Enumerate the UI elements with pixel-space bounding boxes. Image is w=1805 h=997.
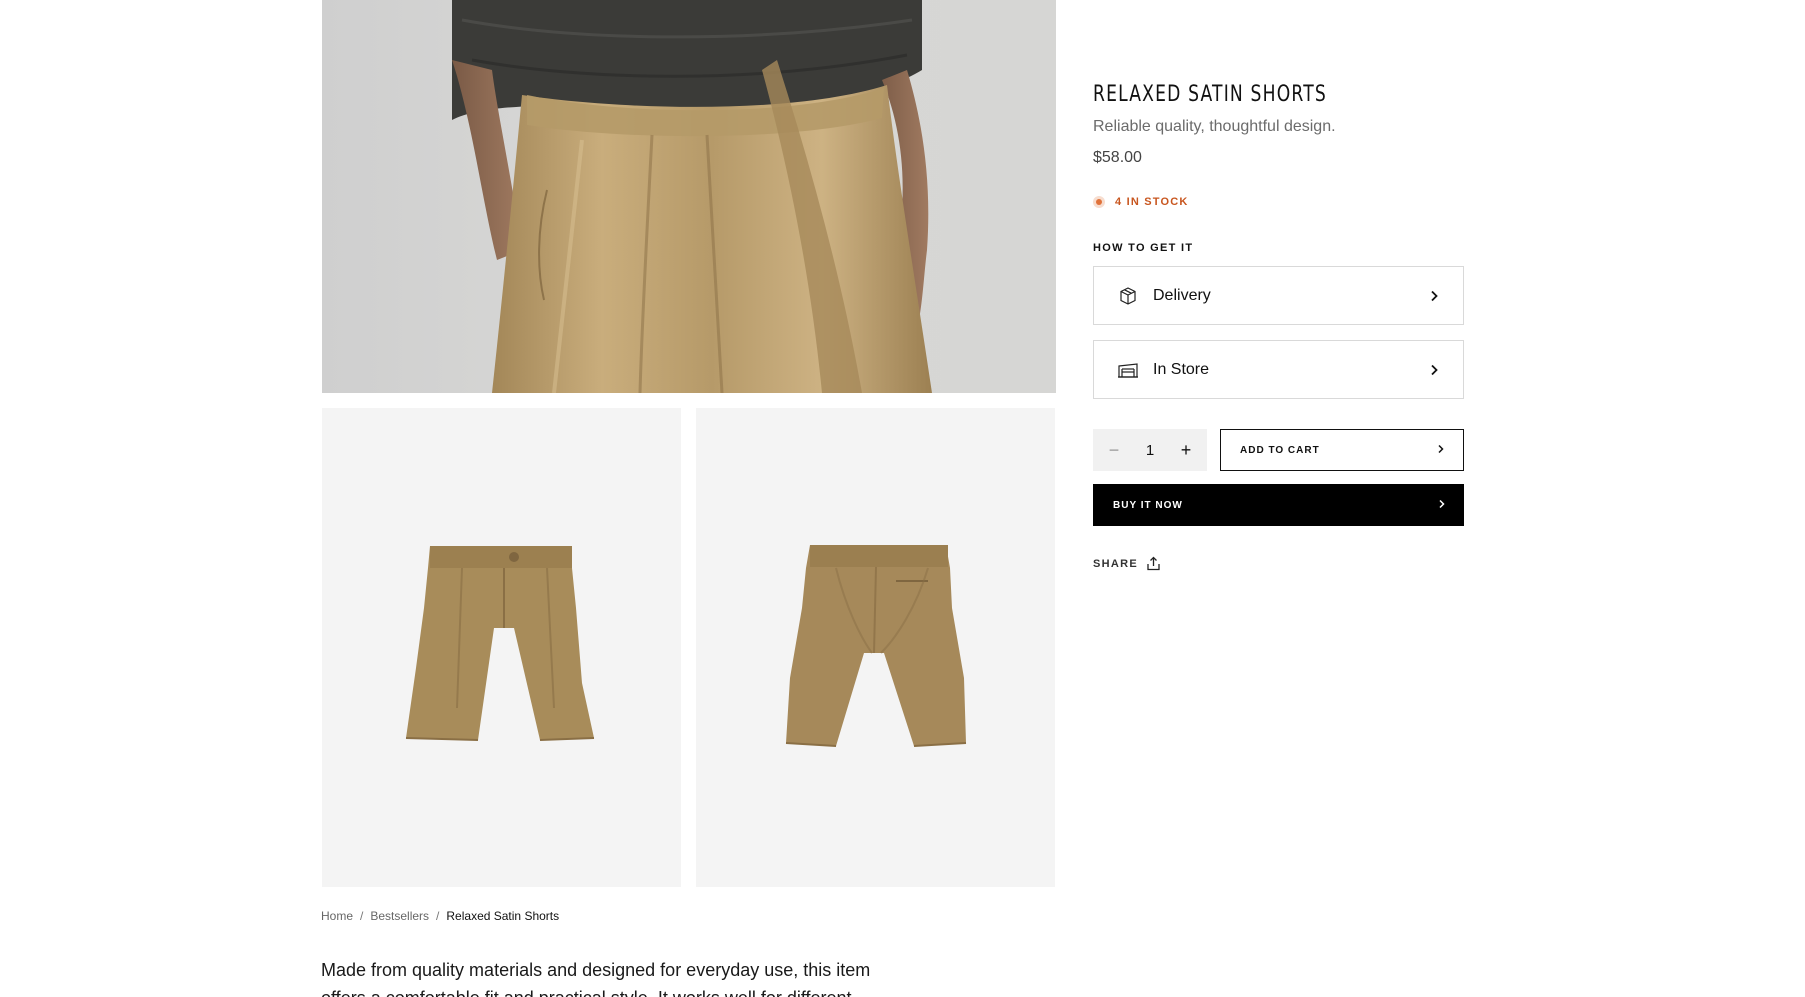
stock-text: 4 IN STOCK [1115,196,1189,208]
delivery-option[interactable]: Delivery [1093,266,1464,325]
in-store-option-label: In Store [1153,360,1210,378]
breadcrumb-link-bestsellers[interactable]: Bestsellers [370,909,429,923]
breadcrumb-separator: / [436,909,440,923]
breadcrumb-separator: / [360,909,364,923]
purchase-row: − 1 + ADD TO CART [1093,429,1464,471]
in-store-option[interactable]: In Store [1093,340,1464,399]
product-price: $58.00 [1093,149,1142,166]
quantity-stepper: − 1 + [1093,429,1207,471]
product-title: RELAXED SATIN SHORTS [1093,82,1327,107]
delivery-option-label: Delivery [1153,286,1211,304]
share-upload-icon [1146,556,1161,571]
breadcrumb: Home / Bestsellers / Relaxed Satin Short… [321,909,559,923]
quantity-increase-button[interactable]: + [1177,440,1195,460]
chevron-right-icon [1438,499,1446,512]
product-thumbnail-back[interactable] [696,408,1055,887]
chevron-right-icon [1437,444,1445,457]
stock-indicator-icon [1093,196,1105,208]
product-page: Home / Bestsellers / Relaxed Satin Short… [0,0,1805,997]
quantity-decrease-button[interactable]: − [1105,440,1123,460]
breadcrumb-current: Relaxed Satin Shorts [446,909,560,923]
package-box-icon [1117,285,1139,307]
share-button[interactable]: SHARE [1093,556,1161,571]
product-description: Made from quality materials and designed… [321,960,871,997]
add-to-cart-label: ADD TO CART [1240,444,1320,456]
store-icon [1117,359,1139,381]
product-hero-image[interactable] [322,0,1056,393]
product-thumbnail-front[interactable] [322,408,681,887]
buy-now-button[interactable]: BUY IT NOW [1093,484,1464,526]
stock-status: 4 IN STOCK [1093,196,1464,208]
product-subtitle: Reliable quality, thoughtful design. [1093,118,1336,135]
breadcrumb-link-home[interactable]: Home [321,909,353,923]
product-info-panel: RELAXED SATIN SHORTS Reliable quality, t… [1093,80,1464,572]
share-label: SHARE [1093,557,1139,570]
fulfillment-heading: HOW TO GET IT [1093,242,1194,254]
chevron-right-icon [1427,363,1441,377]
buy-now-label: BUY IT NOW [1113,499,1183,511]
chevron-right-icon [1427,289,1441,303]
add-to-cart-button[interactable]: ADD TO CART [1220,429,1464,471]
quantity-value[interactable]: 1 [1146,442,1154,459]
